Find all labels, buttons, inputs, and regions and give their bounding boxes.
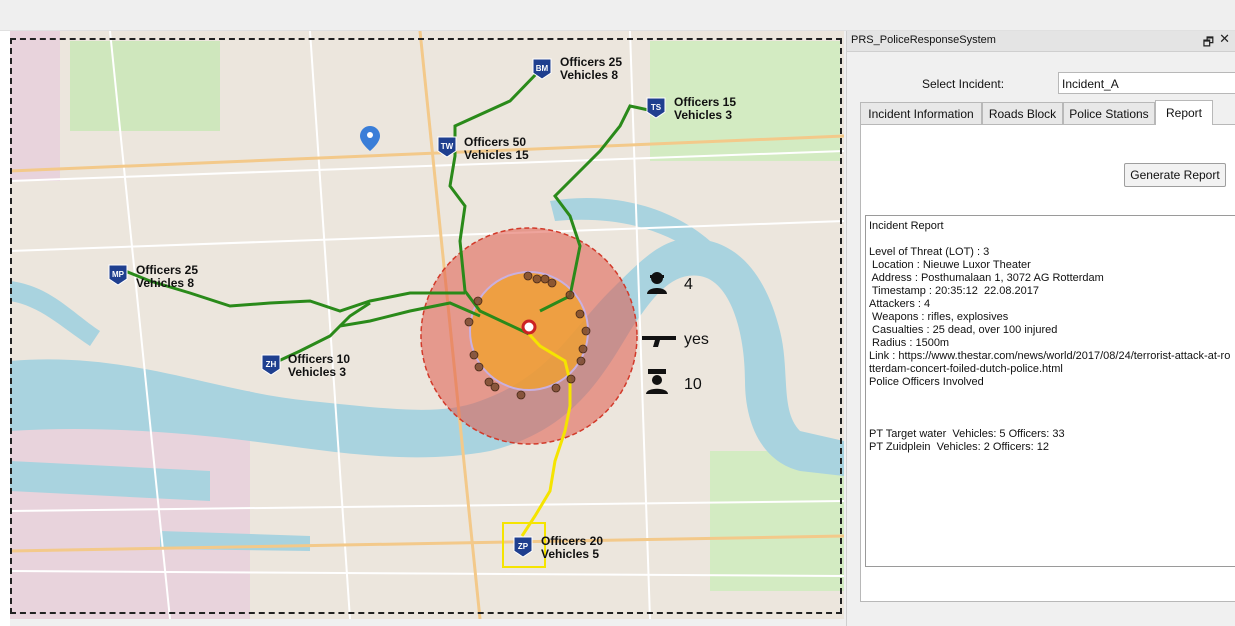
tab-police-stations[interactable]: Police Stations [1063, 102, 1155, 124]
station-code: BM [536, 64, 549, 73]
select-incident-label: Select Incident: [922, 77, 1005, 91]
map-canvas[interactable]: BM TS TW MP ZH ZP Officers 25 Vehicles 8… [10, 31, 844, 619]
close-icon[interactable]: ✕ [1219, 32, 1230, 47]
report-link: Link : https://www.thestar.com/news/worl… [869, 350, 1231, 375]
top-toolbar [0, 0, 1235, 31]
report-assignment: PT Zuidplein Vehicles: 2 Officers: 12 [869, 441, 1049, 453]
report-tab-pane: Generate Report Incident Report Level of… [860, 124, 1235, 602]
roadblock-marker[interactable] [547, 278, 557, 288]
panel-titlebar: PRS_PoliceResponseSystem 🗗 ✕ [847, 31, 1235, 52]
roadblock-marker[interactable] [464, 317, 474, 327]
roadblock-marker[interactable] [532, 274, 542, 284]
report-assignment: PT Target water Vehicles: 5 Officers: 33 [869, 428, 1065, 440]
incident-marker[interactable] [521, 319, 537, 335]
station-vehicles-label: Vehicles 8 [560, 68, 618, 82]
tab-roads-block[interactable]: Roads Block [982, 102, 1063, 124]
attackers-count: 4 [684, 276, 693, 293]
station-vehicles-label: Vehicles 3 [288, 365, 346, 379]
roadblock-marker[interactable] [551, 383, 561, 393]
roadblock-marker[interactable] [566, 374, 576, 384]
roadblock-marker[interactable] [473, 296, 483, 306]
roadblock-marker[interactable] [474, 362, 484, 372]
station-officers-label: Officers 25 [136, 263, 198, 277]
report-line: Timestamp : 20:35:12 22.08.2017 [869, 285, 1040, 297]
report-line: Weapons : rifles, explosives [869, 311, 1009, 323]
report-line: Attackers : 4 [869, 298, 931, 310]
incident-pin-icon[interactable] [521, 319, 537, 335]
roadblock-marker[interactable] [469, 350, 479, 360]
roadblock-marker[interactable] [581, 326, 591, 336]
station-officers-label: Officers 20 [541, 534, 603, 548]
station-officers-label: Officers 10 [288, 352, 350, 366]
report-line: Address : Posthumalaan 1, 3072 AG Rotter… [869, 272, 1104, 284]
tab-report[interactable]: Report [1155, 100, 1213, 125]
report-heading: Incident Report [869, 220, 944, 232]
industrial-area [10, 31, 60, 181]
report-line: Radius : 1500m [869, 337, 950, 349]
weapons-indicator: yes [684, 331, 709, 348]
station-code: MP [112, 270, 125, 279]
roadblock-marker[interactable] [490, 382, 500, 392]
station-officers-label: Officers 15 [674, 95, 736, 109]
station-code: TW [441, 142, 454, 151]
report-line: Location : Nieuwe Luxor Theater [869, 259, 1031, 271]
float-window-icon[interactable]: 🗗 [1203, 33, 1214, 54]
left-ruler [0, 31, 10, 626]
station-vehicles-label: Vehicles 15 [464, 148, 529, 162]
report-line: Level of Threat (LOT) : 3 [869, 246, 990, 258]
station-code: TS [651, 103, 662, 112]
station-code: ZH [266, 360, 277, 369]
station-code: ZP [518, 542, 529, 551]
station-vehicles-label: Vehicles 8 [136, 276, 194, 290]
roadblock-marker[interactable] [565, 290, 575, 300]
map-view[interactable]: BM TS TW MP ZH ZP Officers 25 Vehicles 8… [10, 31, 844, 619]
side-panel: PRS_PoliceResponseSystem 🗗 ✕ Select Inci… [846, 31, 1235, 626]
park-area [70, 41, 220, 131]
tab-incident-information[interactable]: Incident Information [860, 102, 982, 124]
generate-report-button[interactable]: Generate Report [1124, 163, 1226, 187]
officers-needed-count: 10 [684, 376, 702, 393]
incident-select[interactable]: Incident_A [1058, 72, 1235, 94]
panel-title: PRS_PoliceResponseSystem [851, 34, 996, 46]
report-officers-heading: Police Officers Involved [869, 376, 984, 388]
report-line: Casualties : 25 dead, over 100 injured [869, 324, 1058, 336]
roadblock-marker[interactable] [575, 309, 585, 319]
roadblock-marker[interactable] [516, 390, 526, 400]
station-officers-label: Officers 25 [560, 55, 622, 69]
station-vehicles-label: Vehicles 3 [674, 108, 732, 122]
roadblock-marker[interactable] [578, 344, 588, 354]
station-vehicles-label: Vehicles 5 [541, 547, 599, 561]
report-text-area[interactable]: Incident Report Level of Threat (LOT) : … [865, 215, 1235, 567]
roadblock-marker[interactable] [523, 271, 533, 281]
roadblock-marker[interactable] [576, 356, 586, 366]
station-officers-label: Officers 50 [464, 135, 526, 149]
